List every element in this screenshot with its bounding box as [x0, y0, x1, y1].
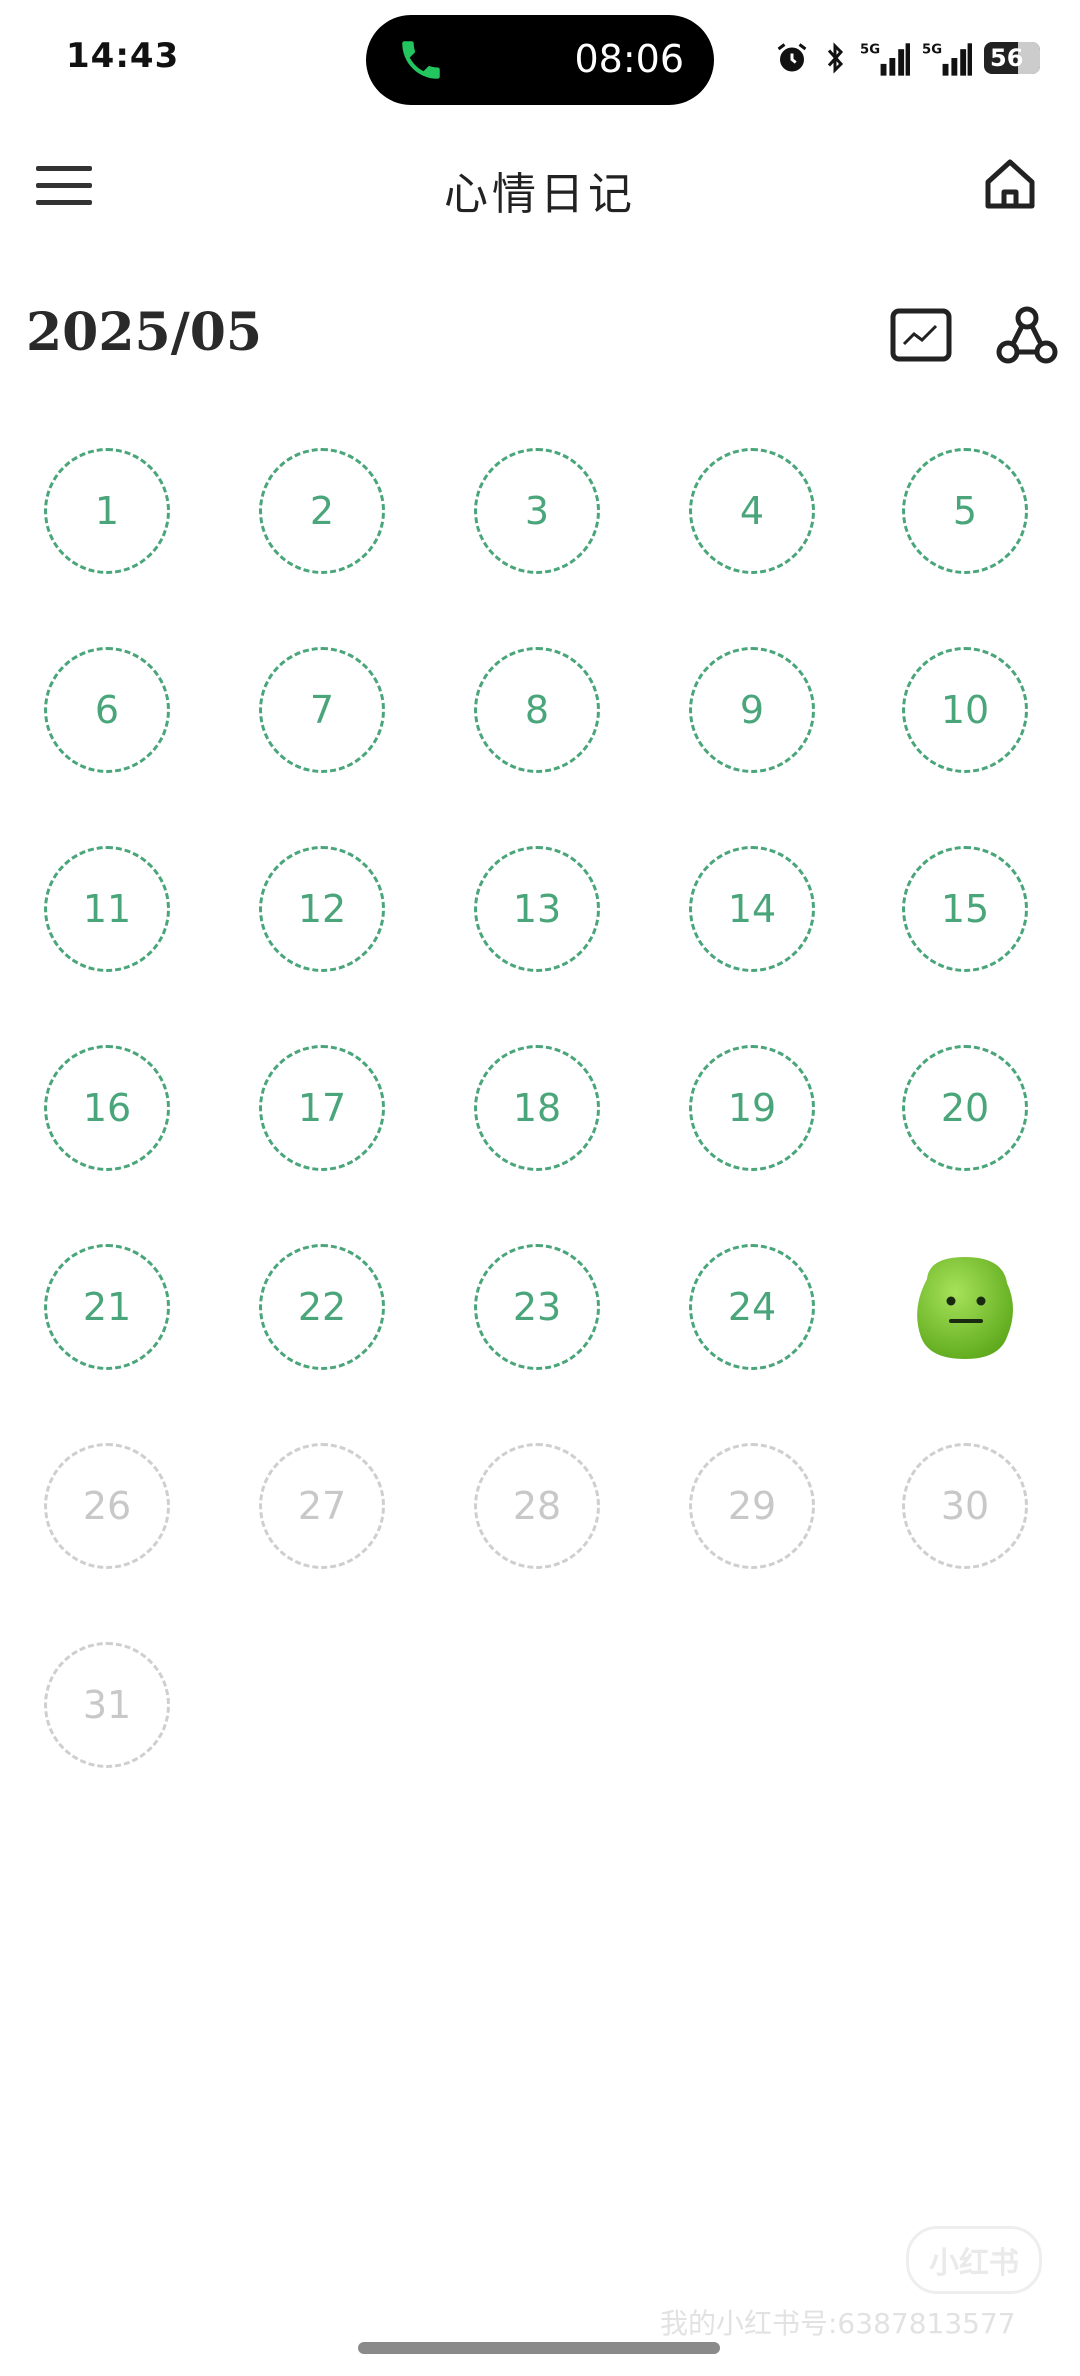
calendar-day-label: 2 [309, 489, 335, 533]
calendar-day-label: 5 [952, 489, 978, 533]
calendar-day-20[interactable]: 20 [902, 1045, 1028, 1171]
calendar-day-31[interactable]: 31 [44, 1642, 170, 1768]
calendar-day-label: 9 [739, 688, 765, 732]
signal-5g-icon: 5G [922, 43, 972, 76]
calendar-day-25[interactable] [902, 1244, 1028, 1370]
calendar-day-label: 31 [82, 1683, 132, 1727]
watermark-text: 我的小红书号:6387813577 [660, 2307, 1016, 2340]
calendar-day-19[interactable]: 19 [689, 1045, 815, 1171]
calendar-day-label: 1 [94, 489, 120, 533]
calendar-day-label: 7 [309, 688, 335, 732]
calendar-day-label: 11 [82, 887, 132, 931]
calendar-day-label: 21 [82, 1285, 132, 1329]
calendar-day-label: 14 [727, 887, 777, 931]
home-icon[interactable] [980, 154, 1040, 214]
calendar-day-10[interactable]: 10 [902, 647, 1028, 773]
calendar-day-7[interactable]: 7 [259, 647, 385, 773]
battery-level: 56 [990, 44, 1024, 72]
calendar-day-label: 16 [82, 1086, 132, 1130]
calendar-day-label: 20 [940, 1086, 990, 1130]
svg-text:5G: 5G [860, 43, 880, 58]
calendar-day-13[interactable]: 13 [474, 846, 600, 972]
calendar-day-label: 12 [297, 887, 347, 931]
calendar-day-1[interactable]: 1 [44, 448, 170, 574]
calendar-day-label: 28 [512, 1484, 562, 1528]
calendar-day-label: 10 [940, 688, 990, 732]
calendar-day-label: 13 [512, 887, 562, 931]
calendar-day-30[interactable]: 30 [902, 1443, 1028, 1569]
calendar-day-12[interactable]: 12 [259, 846, 385, 972]
calendar-day-label: 19 [727, 1086, 777, 1130]
status-icons: 5G 5G 56 [774, 38, 1040, 78]
calendar-day-5[interactable]: 5 [902, 448, 1028, 574]
calendar-day-9[interactable]: 9 [689, 647, 815, 773]
calendar-day-label: 23 [512, 1285, 562, 1329]
battery-icon: 56 [984, 42, 1040, 74]
calendar-day-label: 18 [512, 1086, 562, 1130]
home-indicator[interactable] [358, 2342, 720, 2354]
app-header: 心情日记 [0, 140, 1080, 230]
calendar-day-29[interactable]: 29 [689, 1443, 815, 1569]
calendar-day-label: 15 [940, 887, 990, 931]
calendar-day-label: 4 [739, 489, 765, 533]
phone-icon [402, 41, 440, 79]
calendar-day-28[interactable]: 28 [474, 1443, 600, 1569]
calendar-day-14[interactable]: 14 [689, 846, 815, 972]
calendar-day-16[interactable]: 16 [44, 1045, 170, 1171]
calendar-day-11[interactable]: 11 [44, 846, 170, 972]
calendar-day-18[interactable]: 18 [474, 1045, 600, 1171]
alarm-icon [777, 43, 807, 72]
chart-icon[interactable] [890, 308, 952, 362]
calendar-day-label: 30 [940, 1484, 990, 1528]
calendar-day-label: 3 [524, 489, 550, 533]
ongoing-call-pill[interactable]: 08:06 [366, 15, 714, 105]
page-title: 心情日记 [444, 169, 636, 220]
share-icon[interactable] [996, 304, 1058, 366]
calendar-day-6[interactable]: 6 [44, 647, 170, 773]
call-timer: 08:06 [574, 37, 684, 81]
calendar-day-8[interactable]: 8 [474, 647, 600, 773]
neutral-face-icon [917, 1257, 1013, 1359]
calendar-day-3[interactable]: 3 [474, 448, 600, 574]
calendar-day-26[interactable]: 26 [44, 1443, 170, 1569]
calendar-day-2[interactable]: 2 [259, 448, 385, 574]
calendar-day-23[interactable]: 23 [474, 1244, 600, 1370]
watermark-logo: 小红书 [906, 2226, 1042, 2294]
calendar-day-24[interactable]: 24 [689, 1244, 815, 1370]
month-label: 2025/05 [26, 302, 263, 363]
calendar-day-label: 17 [297, 1086, 347, 1130]
calendar-day-label: 22 [297, 1285, 347, 1329]
calendar-day-label: 29 [727, 1484, 777, 1528]
calendar-day-17[interactable]: 17 [259, 1045, 385, 1171]
calendar-day-21[interactable]: 21 [44, 1244, 170, 1370]
calendar-day-4[interactable]: 4 [689, 448, 815, 574]
status-time: 14:43 [66, 36, 180, 76]
calendar-day-label: 26 [82, 1484, 132, 1528]
calendar-day-15[interactable]: 15 [902, 846, 1028, 972]
calendar-day-label: 6 [94, 688, 120, 732]
svg-text:5G: 5G [922, 43, 942, 58]
signal-5g-icon: 5G [860, 43, 910, 76]
calendar-day-27[interactable]: 27 [259, 1443, 385, 1569]
bluetooth-icon [827, 42, 844, 74]
calendar-day-label: 24 [727, 1285, 777, 1329]
calendar-day-label: 27 [297, 1484, 347, 1528]
status-bar: 14:43 08:06 5G 5G 56 [0, 0, 1080, 120]
calendar-day-22[interactable]: 22 [259, 1244, 385, 1370]
calendar-day-label: 8 [524, 688, 550, 732]
